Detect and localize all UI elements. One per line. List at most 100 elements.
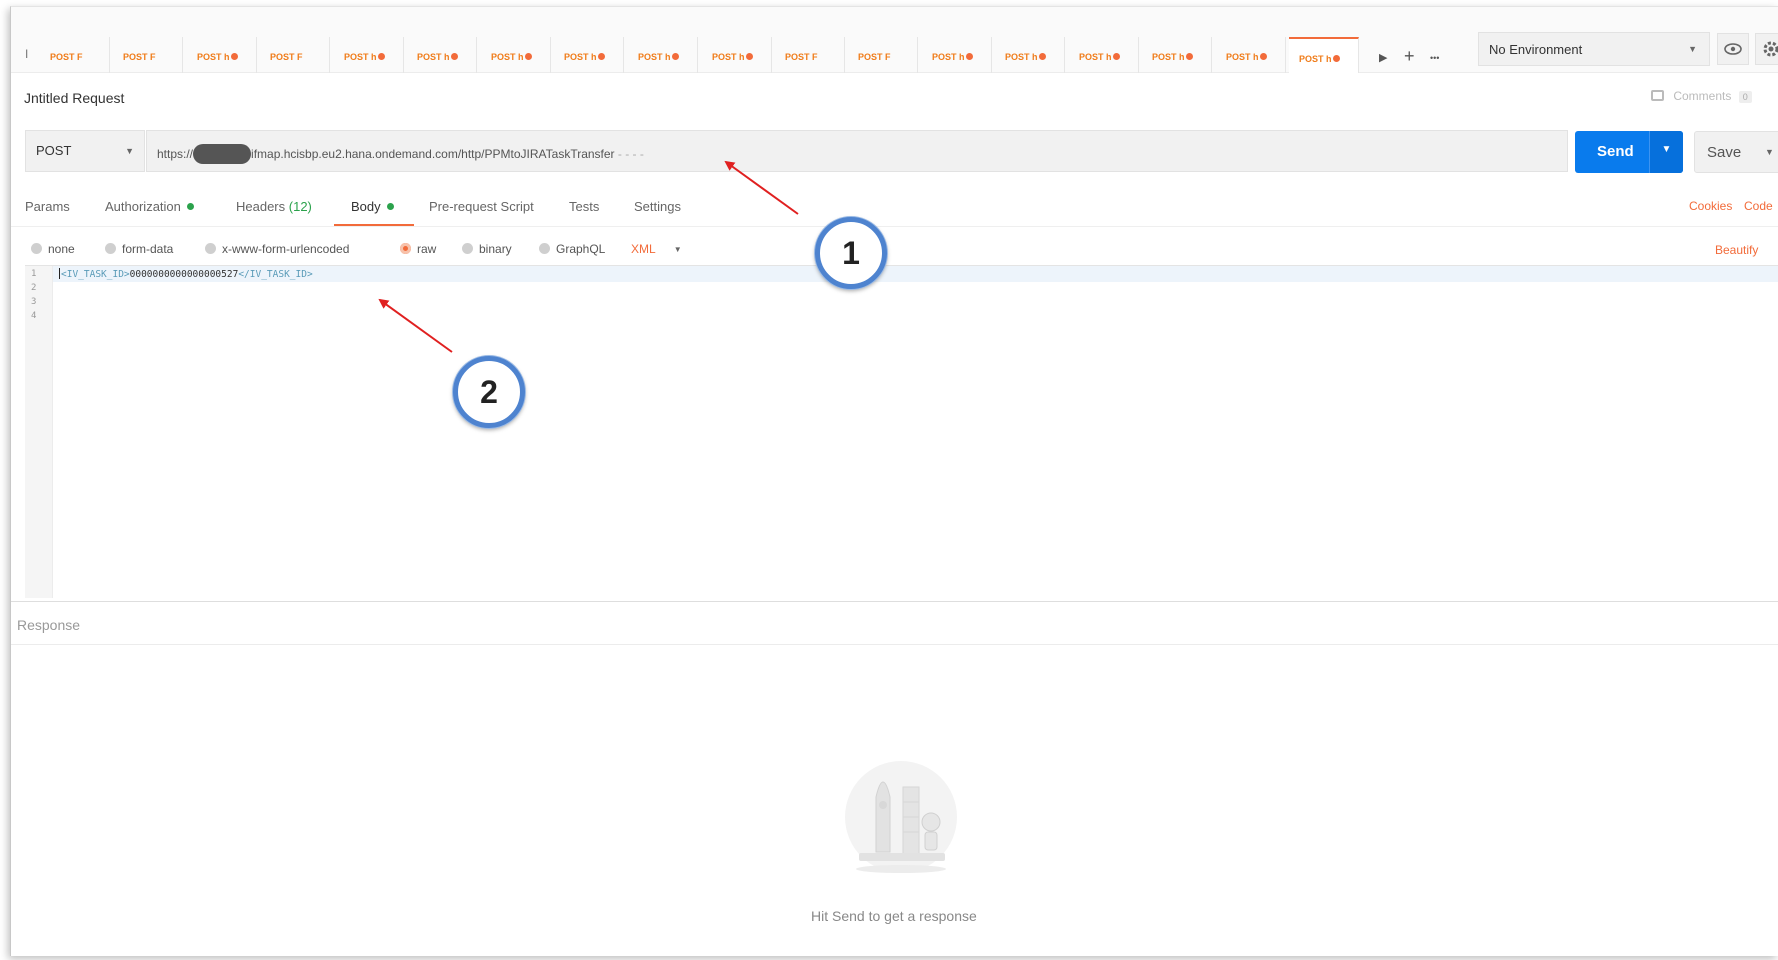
manage-environments-button[interactable] (1755, 33, 1778, 65)
environment-select[interactable]: No Environment ▼ (1478, 32, 1710, 66)
request-tab[interactable]: POST h (1069, 37, 1139, 73)
request-tab[interactable]: POST h (995, 37, 1065, 73)
request-tab-label: POST h (197, 52, 230, 62)
request-tab-label: POST F (270, 52, 303, 62)
unsaved-dot-icon (1112, 53, 1120, 60)
request-tab-label: POST F (785, 52, 818, 62)
response-label: Response (17, 617, 81, 633)
request-tab-label: POST h (1226, 52, 1259, 62)
body-type-binary[interactable]: binary (462, 242, 512, 256)
request-config-tabs: Params Authorization Headers (12) Body P… (11, 187, 1778, 227)
request-tab-label: POST h (1152, 52, 1185, 62)
unsaved-dot-icon (597, 53, 605, 60)
chevron-down-icon[interactable]: ▼ (1765, 147, 1774, 157)
chevron-down-icon: ▼ (125, 146, 134, 156)
method-select[interactable]: POST ▼ (25, 130, 145, 172)
body-type-none-label: none (48, 242, 75, 256)
url-prefix: https:// (157, 147, 194, 161)
tab-headers[interactable]: Headers (12) (236, 199, 312, 214)
request-tab[interactable]: POST F (848, 37, 918, 73)
line-number-gutter: 1 2 3 4 (25, 266, 53, 598)
comments-count: 0 (1738, 91, 1752, 103)
request-tab[interactable]: POST h (1289, 37, 1359, 73)
send-button[interactable]: Send ▼ (1575, 131, 1683, 173)
comments-button[interactable]: Comments 0 (1651, 89, 1752, 103)
cookies-link[interactable]: Cookies (1689, 199, 1732, 213)
chevron-down-icon: ▼ (673, 245, 682, 254)
annotation-badge-2: 2 (453, 356, 525, 428)
unsaved-dot-icon (1259, 53, 1267, 60)
body-type-graphql[interactable]: GraphQL (539, 242, 605, 256)
xml-open-tag: <IV_TASK_ID> (61, 269, 130, 280)
more-tabs-icon[interactable]: ••• (1430, 53, 1439, 63)
request-tab[interactable]: POST h (1142, 37, 1212, 73)
request-tab[interactable]: POST F (40, 37, 110, 73)
tab-body-label: Body (351, 199, 381, 214)
environment-quick-look-button[interactable] (1717, 33, 1749, 65)
redacted-host (193, 144, 252, 164)
tab-params[interactable]: Params (25, 199, 70, 214)
request-tab[interactable]: POST h (628, 37, 698, 73)
request-tab[interactable]: POST h (481, 37, 551, 73)
line-number: 4 (31, 311, 37, 321)
body-type-none[interactable]: none (31, 242, 75, 256)
body-type-raw[interactable]: raw (400, 242, 436, 256)
unsaved-dot-icon (450, 53, 458, 60)
send-options-button[interactable]: ▼ (1649, 131, 1683, 173)
unsaved-dot-icon (230, 53, 238, 60)
url-input[interactable]: https:// ifmap.hcisbp.eu2.hana.ondemand.c… (146, 130, 1568, 172)
tab-body[interactable]: Body (351, 199, 394, 214)
body-type-urlencoded[interactable]: x-www-form-urlencoded (205, 242, 349, 256)
comment-icon (1651, 90, 1664, 101)
raw-format-select[interactable]: XML ▼ (631, 242, 682, 256)
request-tab[interactable]: POST h (1216, 37, 1286, 73)
annotation-badge-1: 1 (815, 217, 887, 289)
line-number: 1 (31, 269, 37, 279)
request-tab[interactable]: POST h (187, 37, 257, 73)
comments-label: Comments (1673, 89, 1732, 103)
scroll-tabs-icon[interactable]: ▶ (1379, 51, 1387, 64)
request-tab[interactable]: POST F (260, 37, 330, 73)
body-type-binary-label: binary (479, 242, 512, 256)
xml-close-tag: </IV_TASK_ID> (238, 269, 313, 280)
body-type-form-data[interactable]: form-data (105, 242, 173, 256)
add-tab-icon[interactable]: + (1404, 46, 1415, 67)
save-label: Save (1707, 144, 1742, 161)
unsaved-dot-icon (745, 53, 753, 60)
tab-prerequest-script[interactable]: Pre-request Script (429, 199, 534, 214)
radio-selected-icon (400, 243, 411, 254)
body-type-selector: none form-data x-www-form-urlencoded raw… (11, 235, 1778, 265)
active-tab-indicator (334, 224, 414, 226)
code-link[interactable]: Code (1744, 199, 1773, 213)
request-tab[interactable]: POST F (775, 37, 845, 73)
tab-settings[interactable]: Settings (634, 199, 681, 214)
response-header: Response (11, 601, 1778, 645)
beautify-link[interactable]: Beautify (1715, 243, 1758, 257)
request-tab[interactable]: POST h (922, 37, 992, 73)
unsaved-dot-icon (524, 53, 532, 60)
request-tab-label: POST h (932, 52, 965, 62)
raw-format-label: XML (631, 242, 656, 256)
request-tab[interactable]: POST h (334, 37, 404, 73)
body-editor[interactable]: 1 2 3 4 <IV_TASK_ID>0000000000000000527<… (25, 265, 1778, 598)
save-button[interactable]: Save ▼ (1694, 131, 1778, 173)
method-label: POST (36, 143, 72, 158)
request-tab[interactable]: POST h (702, 37, 772, 73)
tab-bar-edge: I (25, 47, 29, 61)
tab-authorization-label: Authorization (105, 199, 181, 214)
request-tab-label: POST h (564, 52, 597, 62)
request-tab[interactable]: POST F (113, 37, 183, 73)
text-cursor (59, 268, 60, 279)
request-tab[interactable]: POST h (554, 37, 624, 73)
request-name[interactable]: Jntitled Request (24, 90, 124, 106)
tab-authorization[interactable]: Authorization (105, 199, 194, 214)
unsaved-dot-icon (1185, 53, 1193, 60)
unsaved-dot-icon (1332, 55, 1340, 62)
status-dot-icon (186, 203, 194, 210)
unsaved-dot-icon (1038, 53, 1046, 60)
request-tab[interactable]: POST h (407, 37, 477, 73)
request-tab-label: POST h (1005, 52, 1038, 62)
tab-tests[interactable]: Tests (569, 199, 599, 214)
code-line-1[interactable]: <IV_TASK_ID>0000000000000000527</IV_TASK… (59, 268, 313, 280)
send-label: Send (1597, 143, 1634, 160)
